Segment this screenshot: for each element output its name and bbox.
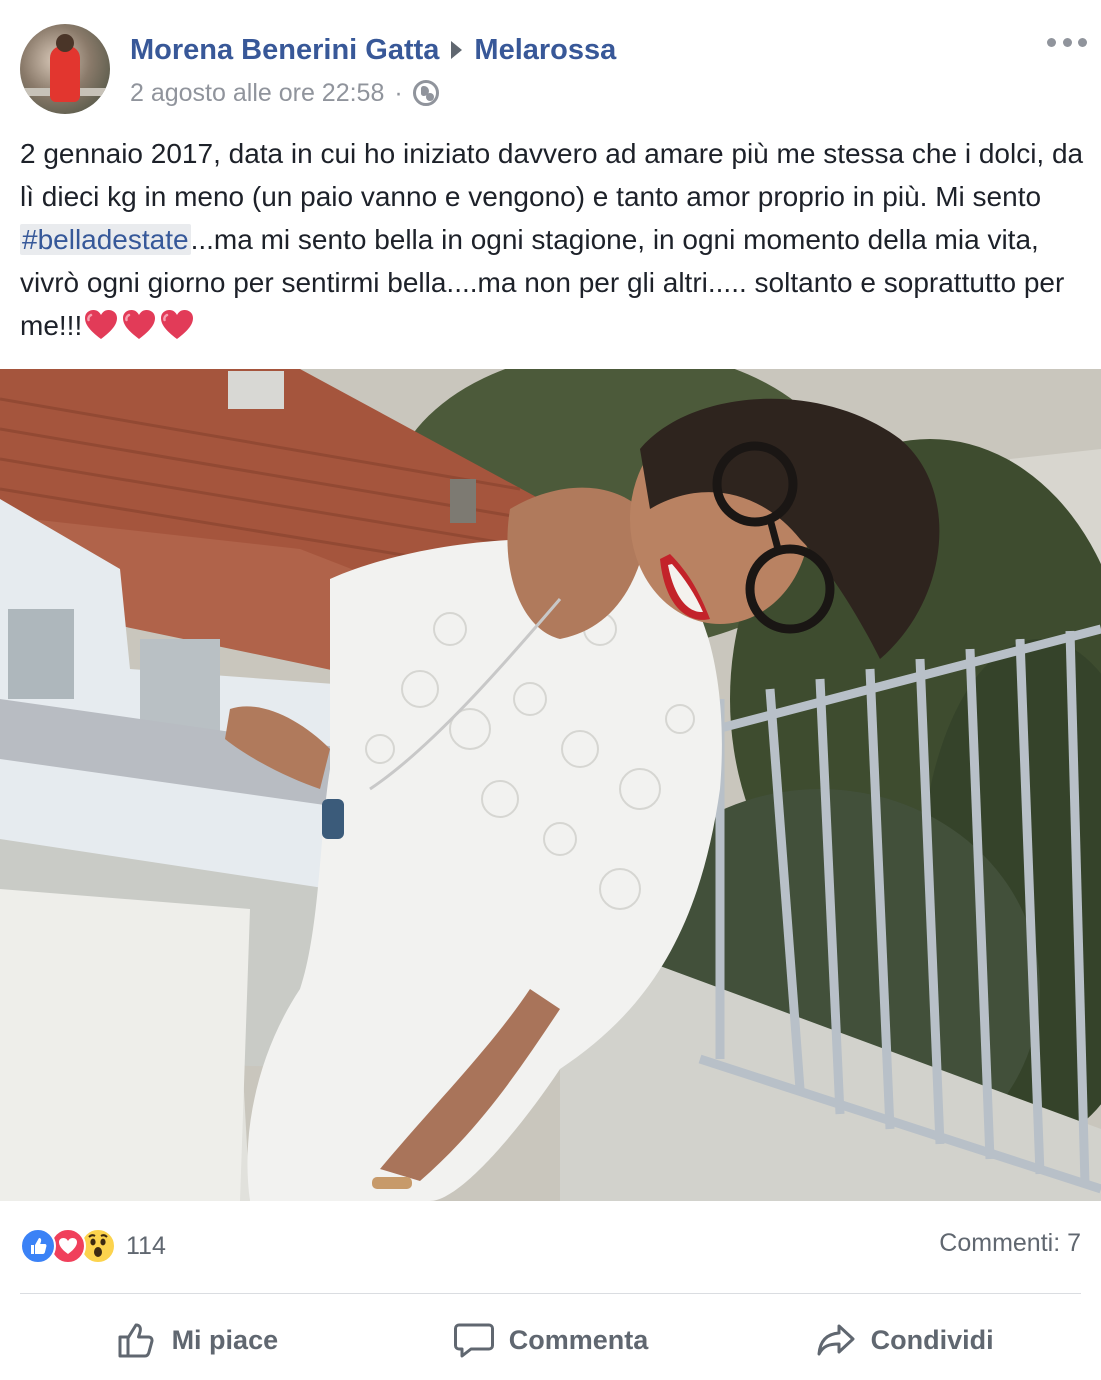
share-button-label: Condividi	[870, 1324, 994, 1355]
like-button[interactable]: Mi piace	[20, 1305, 374, 1375]
heart-emoji	[161, 310, 194, 339]
comments-count-link[interactable]: Commenti: 7	[939, 1229, 1081, 1258]
actions-divider	[20, 1293, 1081, 1294]
post-title: Morena Benerini Gatta Melarossa	[130, 30, 616, 70]
post-meta: 2 agosto alle ore 22:58 ·	[130, 76, 439, 110]
globe-icon[interactable]	[412, 80, 439, 106]
heart-emojis	[84, 309, 194, 341]
heart-emoji	[123, 310, 156, 339]
post-actions-bar: Mi piace Commenta Condividi	[20, 1305, 1081, 1375]
comment-button[interactable]: Commenta	[374, 1305, 728, 1375]
post-header: Morena Benerini Gatta Melarossa 2 agosto…	[0, 0, 1101, 120]
thumbs-up-icon	[118, 1323, 154, 1358]
like-button-label: Mi piace	[171, 1324, 279, 1355]
like-reaction-icon	[20, 1228, 56, 1264]
author-name-link[interactable]: Morena Benerini Gatta	[130, 34, 439, 67]
hashtag-link[interactable]: #belladestate	[20, 224, 191, 255]
meta-separator: ·	[394, 78, 403, 107]
author-avatar[interactable]	[20, 24, 110, 114]
post-timestamp[interactable]: 2 agosto alle ore 22:58	[130, 79, 384, 108]
arrow-right-icon	[451, 41, 463, 59]
heart-emoji	[85, 310, 118, 339]
target-page-link[interactable]: Melarossa	[474, 34, 616, 67]
photo-illustration	[0, 369, 1101, 1201]
share-arrow-icon	[817, 1324, 855, 1356]
comment-bubble-icon	[453, 1323, 494, 1358]
reaction-count[interactable]: 114	[126, 1232, 166, 1261]
facebook-post: Morena Benerini Gatta Melarossa 2 agosto…	[0, 0, 1101, 1380]
share-button[interactable]: Condividi	[727, 1305, 1081, 1375]
post-text-part1: 2 gennaio 2017, data in cui ho iniziato …	[20, 138, 1084, 212]
post-text: 2 gennaio 2017, data in cui ho iniziato …	[20, 132, 1086, 347]
comment-button-label: Commenta	[508, 1324, 649, 1355]
more-options-icon[interactable]	[1047, 34, 1087, 50]
post-photo[interactable]	[0, 369, 1101, 1201]
reactions-summary[interactable]: 114	[20, 1226, 166, 1266]
